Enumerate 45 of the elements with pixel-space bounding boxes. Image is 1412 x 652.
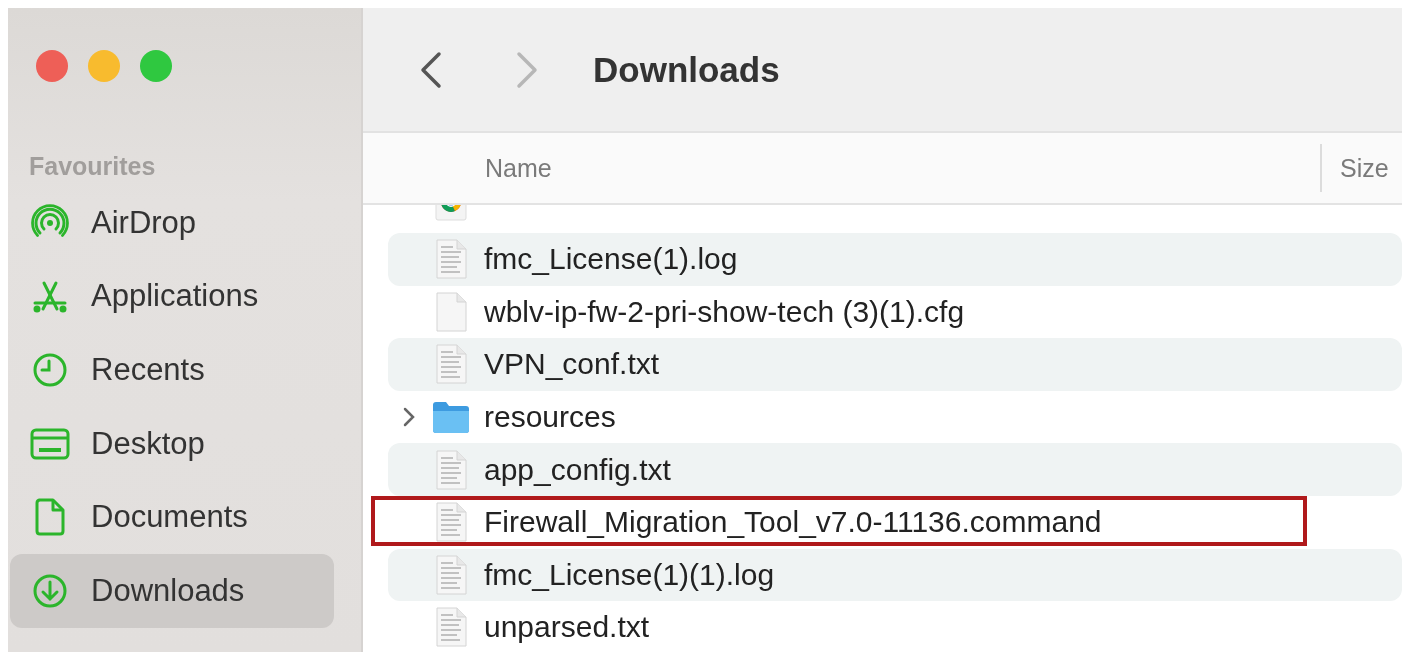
applications-icon: [31, 279, 69, 314]
file-row[interactable]: resources: [388, 390, 1402, 444]
document-icon: [34, 498, 66, 537]
sidebar-item[interactable]: Desktop: [10, 406, 334, 481]
section-heading: Favourites: [29, 152, 157, 182]
file-name: wblv-ip-fw-2-pri-show-tech (3)(1).cfg: [484, 294, 965, 329]
file-name: VPN_conf.txt: [484, 347, 660, 382]
column-header[interactable]: Name: [485, 153, 1320, 183]
text-file-icon: [435, 344, 467, 385]
file-row[interactable]: unparsed.txt: [388, 601, 1402, 652]
sidebar-item[interactable]: Downloads: [10, 553, 334, 628]
sidebar-item[interactable]: Applications: [10, 259, 334, 334]
file-row[interactable]: Firewall_Migration_Tool_v7.0-11136.command: [388, 495, 1402, 549]
zoom-button[interactable]: [140, 50, 172, 82]
file-name: Firewall_Migration_Tool_v7.0-11136.command: [484, 505, 1102, 540]
text-file-icon: [435, 502, 467, 543]
column-header[interactable]: Size: [1340, 153, 1389, 183]
text-file-icon: [435, 449, 467, 490]
chevron-left-icon: [419, 50, 443, 89]
file-name: unparsed.txt: [484, 610, 650, 645]
file-name: resources: [484, 400, 616, 435]
window-title: Downloads: [593, 49, 780, 90]
sidebar-item[interactable]: Recents: [10, 333, 334, 407]
desktop-icon: [30, 427, 70, 460]
file-row[interactable]: app_config.txt: [388, 443, 1402, 496]
disclosure-chevron-icon[interactable]: [403, 407, 415, 428]
file-name: fmc_License(1).log: [484, 242, 738, 277]
blank-file-icon: [435, 291, 467, 332]
file-row[interactable]: fmc_License(1)(1).log: [388, 548, 1402, 602]
folder-icon: [431, 400, 471, 435]
clock-icon: [32, 352, 68, 388]
sidebar-item[interactable]: AirDrop: [10, 186, 334, 260]
close-button[interactable]: [36, 50, 68, 82]
file-name: fmc_License(1)(1).log: [484, 557, 775, 592]
download-icon: [32, 572, 68, 609]
minimize-button[interactable]: [88, 50, 120, 82]
text-file-icon: [435, 554, 467, 595]
file-row[interactable]: fmc_License(1).log: [388, 233, 1402, 286]
chevron-right-icon: [515, 50, 539, 89]
text-file-icon: [435, 239, 467, 280]
text-file-icon: [435, 607, 467, 648]
file-name: app_config.txt: [484, 452, 671, 487]
sidebar-item[interactable]: Documents: [10, 480, 334, 554]
file-row[interactable]: VPN_conf.txt: [388, 338, 1402, 391]
file-row[interactable]: wblv-ip-fw-2-pri-show-tech (3)(1).cfg: [388, 285, 1402, 339]
